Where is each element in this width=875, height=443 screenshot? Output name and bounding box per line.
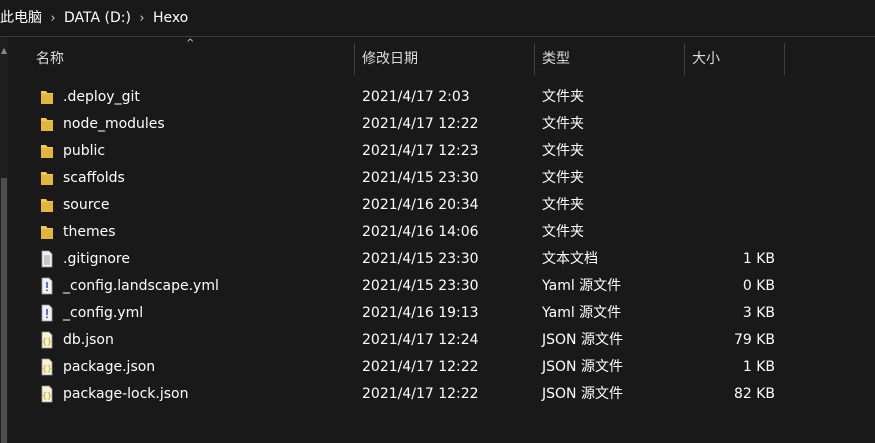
breadcrumb-item-drive[interactable]: DATA (D:) [64,0,131,36]
file-type: JSON 源文件 [542,359,623,375]
folder-icon [40,88,54,106]
folder-icon [40,169,54,187]
json-file-icon: {} [40,331,54,349]
file-row[interactable]: scaffolds 2021/4/15 23:30 文件夹 [0,165,875,192]
column-header-row: ^ 名称 修改日期 类型 大小 [8,37,875,75]
column-resize-handle[interactable] [784,43,785,75]
file-list: .deploy_git 2021/4/17 2:03 文件夹 node_modules… [0,84,875,408]
column-resize-handle[interactable] [534,43,535,75]
folder-icon [40,196,54,214]
file-row[interactable]: .gitignore 2021/4/15 23:30 文本文档 1 KB [0,246,875,273]
folder-icon [40,142,54,160]
file-type: 文件夹 [542,170,584,186]
file-size: 0 KB [742,278,775,294]
file-size: 79 KB [733,332,775,348]
file-modified-date: 2021/4/17 12:24 [362,332,479,348]
text-file-icon [40,250,54,268]
file-row[interactable]: _config.yml 2021/4/16 19:13 Yaml 源文件 3 KB [0,300,875,327]
file-size: 1 KB [742,359,775,375]
file-name: source [63,197,110,213]
file-name: package-lock.json [63,386,189,402]
file-modified-date: 2021/4/17 12:22 [362,359,479,375]
column-header-name[interactable]: 名称 [36,37,64,75]
column-header-date[interactable]: 修改日期 [362,37,418,75]
breadcrumb-item-folder[interactable]: Hexo [153,0,188,36]
chevron-right-icon[interactable]: › [131,11,153,26]
breadcrumb-item-this-pc[interactable]: 此电脑 [0,0,42,36]
file-row[interactable]: {} package.json 2021/4/17 12:22 JSON 源文件 1 K… [0,354,875,381]
json-file-icon: {} [40,358,54,376]
column-resize-handle[interactable] [684,43,685,75]
file-row[interactable]: {} db.json 2021/4/17 12:24 JSON 源文件 79 KB [0,327,875,354]
file-type: 文本文档 [542,251,598,267]
column-header-type[interactable]: 类型 [542,37,570,75]
file-name: themes [63,224,116,240]
file-explorer-window: 此电脑 › DATA (D:) › Hexo ▲ ^ 名称 修改日期 类型 大小… [0,0,875,443]
file-name: package.json [63,359,156,375]
svg-text:{}: {} [42,391,52,400]
file-modified-date: 2021/4/17 12:22 [362,116,479,132]
column-resize-handle[interactable] [354,43,355,75]
file-type: Yaml 源文件 [542,278,622,294]
file-modified-date: 2021/4/15 23:30 [362,278,479,294]
file-modified-date: 2021/4/16 20:34 [362,197,479,213]
json-file-icon: {} [40,385,54,403]
file-name: db.json [63,332,114,348]
file-modified-date: 2021/4/17 12:23 [362,143,479,159]
file-type: 文件夹 [542,143,584,159]
file-row[interactable]: {} package-lock.json 2021/4/17 12:22 JSON 源… [0,381,875,408]
file-modified-date: 2021/4/16 14:06 [362,224,479,240]
file-name: _config.yml [63,305,144,321]
file-name: .gitignore [63,251,130,267]
file-name: .deploy_git [63,89,140,105]
file-row[interactable]: .deploy_git 2021/4/17 2:03 文件夹 [0,84,875,111]
file-type: 文件夹 [542,224,584,240]
folder-icon [40,115,54,133]
file-type: 文件夹 [542,116,584,132]
file-size: 1 KB [742,251,775,267]
file-name: node_modules [63,116,165,132]
file-row[interactable]: source 2021/4/16 20:34 文件夹 [0,192,875,219]
file-modified-date: 2021/4/15 23:30 [362,251,479,267]
file-modified-date: 2021/4/17 12:22 [362,386,479,402]
folder-icon [40,223,54,241]
file-row[interactable]: node_modules 2021/4/17 12:22 文件夹 [0,111,875,138]
svg-text:{}: {} [42,364,52,373]
yaml-file-icon [40,304,54,322]
file-row[interactable]: public 2021/4/17 12:23 文件夹 [0,138,875,165]
file-type: JSON 源文件 [542,386,623,402]
file-size: 82 KB [733,386,775,402]
file-type: 文件夹 [542,89,584,105]
column-header-size[interactable]: 大小 [692,37,720,75]
sort-ascending-icon: ^ [186,38,195,49]
file-name: scaffolds [63,170,125,186]
scroll-up-arrow-icon[interactable]: ▲ [0,44,8,58]
file-type: JSON 源文件 [542,332,623,348]
file-modified-date: 2021/4/15 23:30 [362,170,479,186]
file-type: 文件夹 [542,197,584,213]
file-row[interactable]: themes 2021/4/16 14:06 文件夹 [0,219,875,246]
chevron-right-icon[interactable]: › [42,11,64,26]
file-size: 3 KB [742,305,775,321]
svg-text:{}: {} [42,337,52,346]
file-type: Yaml 源文件 [542,305,622,321]
yaml-file-icon [40,277,54,295]
file-modified-date: 2021/4/17 2:03 [362,89,470,105]
file-row[interactable]: _config.landscape.yml 2021/4/15 23:30 Yaml… [0,273,875,300]
breadcrumb: 此电脑 › DATA (D:) › Hexo [0,0,875,36]
file-name: public [63,143,106,159]
file-name: _config.landscape.yml [63,278,219,294]
file-modified-date: 2021/4/16 19:13 [362,305,479,321]
